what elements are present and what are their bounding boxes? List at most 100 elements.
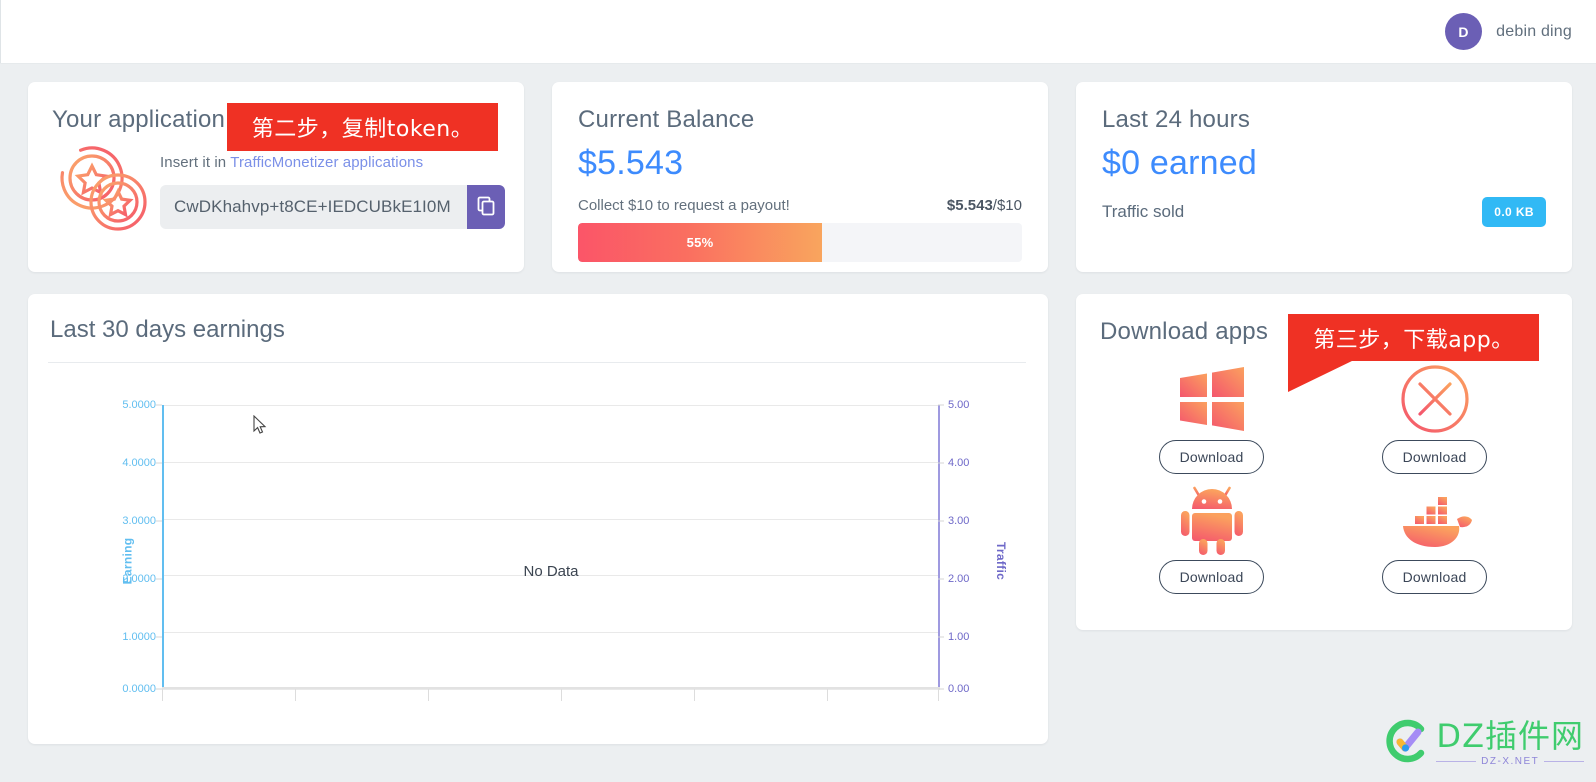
earnings-chart-card: Last 30 days earnings No Data 5.0000 4.0…: [28, 294, 1048, 744]
watermark-text: DZ插件网 DZ-X.NET: [1436, 720, 1584, 767]
traffic-tick-label: 2.00: [948, 573, 970, 585]
watermark-sub-text: DZ-X.NET: [1481, 756, 1540, 767]
tick-mark: [156, 462, 162, 464]
user-menu[interactable]: D debin ding: [1445, 13, 1572, 50]
x-tick-mark: [938, 689, 939, 701]
insert-instruction: Insert it in TrafficMonetizer applicatio…: [160, 154, 505, 171]
callout-tail: [1288, 360, 1354, 392]
gridline: [162, 461, 940, 463]
balance-card: Current Balance $5.543 Collect $10 to re…: [552, 82, 1048, 272]
bottom-cards-row: Last 30 days earnings No Data 5.0000 4.0…: [28, 294, 1572, 744]
download-button-windows[interactable]: Download: [1158, 440, 1265, 474]
traffic-sold-badge: 0.0 KB: [1482, 197, 1546, 227]
callout-download-app: 第三步，下载app。: [1288, 314, 1539, 392]
download-button-android[interactable]: Download: [1158, 560, 1265, 594]
earning-tick-label: 1.0000: [122, 631, 156, 643]
topbar-left-edge: [0, 0, 1, 63]
user-name-label: debin ding: [1496, 22, 1572, 40]
x-tick-mark: [162, 689, 163, 701]
avatar[interactable]: D: [1445, 13, 1483, 50]
tick-mark: [938, 462, 944, 464]
gridline: [162, 405, 940, 406]
earning-tick-label: 0.0000: [122, 683, 156, 695]
balance-amount: $5.543: [578, 144, 684, 182]
collect-row: Collect $10 to request a payout! $5.543/…: [578, 197, 1022, 214]
token-row: CwDKhahvp+t8CE+IEDCUBkE1I0M: [160, 185, 505, 229]
earning-tick-label: 4.0000: [122, 457, 156, 469]
copy-icon: [476, 196, 496, 219]
payout-current: $5.543: [946, 197, 993, 214]
download-apps-card: Download apps Download Download Download…: [1076, 294, 1572, 630]
earning-axis-line: [162, 405, 164, 689]
watermark: DZ插件网 DZ-X.NET: [1385, 719, 1584, 768]
chart-plot-area: No Data: [162, 405, 940, 690]
tick-mark: [156, 578, 162, 580]
payout-target: /$10: [992, 197, 1022, 214]
application-card-body: Insert it in TrafficMonetizer applicatio…: [52, 138, 505, 243]
circle-x-icon: [1399, 358, 1471, 440]
callout-download-app-text: 第三步，下载app。: [1313, 327, 1514, 353]
trafficmonetizer-link[interactable]: TrafficMonetizer applications: [230, 154, 423, 171]
watermark-rule-right: [1544, 761, 1584, 762]
application-card-right: Insert it in TrafficMonetizer applicatio…: [156, 138, 505, 243]
app-item-circle-x: Download: [1323, 358, 1546, 474]
download-button-circle-x[interactable]: Download: [1381, 440, 1488, 474]
app-item-docker: Download: [1323, 478, 1546, 594]
android-icon: [1180, 478, 1244, 560]
watermark-rule-left: [1436, 761, 1477, 762]
last-24-hours-title: Last 24 hours: [1102, 106, 1251, 133]
insert-instruction-prefix: Insert it in: [160, 154, 231, 171]
copy-token-button[interactable]: [467, 185, 505, 229]
collect-instruction: Collect $10 to request a payout!: [578, 197, 790, 214]
coins-stars-icon: [52, 142, 156, 243]
traffic-sold-label: Traffic sold: [1102, 202, 1185, 221]
payout-progress-bar: 55%: [578, 223, 1022, 262]
traffic-tick-label: 5.00: [948, 399, 970, 411]
watermark-main-text: DZ插件网: [1436, 717, 1584, 755]
tick-mark: [156, 636, 162, 638]
traffic-axis-title: Traffic: [993, 541, 1008, 581]
tick-mark: [938, 520, 944, 522]
earned-amount: $0 earned: [1102, 144, 1257, 182]
tick-mark: [156, 404, 162, 406]
traffic-tick-label: 0.00: [948, 683, 970, 695]
tick-mark: [156, 520, 162, 522]
earning-axis-title: Earning: [120, 537, 135, 585]
traffic-row: Traffic sold 0.0 KB: [1102, 197, 1546, 227]
app-item-android: Download: [1100, 478, 1323, 594]
x-axis-line: [162, 687, 940, 689]
windows-icon: [1178, 358, 1246, 440]
tick-mark: [938, 636, 944, 638]
dashboard-content: Your application Insert it in TrafficMon…: [0, 64, 1596, 744]
earning-tick-label: 5.0000: [122, 399, 156, 411]
docker-icon: [1395, 478, 1475, 560]
last-24-hours-card: Last 24 hours $0 earned Traffic sold 0.0…: [1076, 82, 1572, 272]
application-card: Your application Insert it in TrafficMon…: [28, 82, 524, 272]
x-tick-mark: [827, 689, 828, 701]
x-tick-mark: [295, 689, 296, 701]
token-value[interactable]: CwDKhahvp+t8CE+IEDCUBkE1I0M: [160, 185, 467, 229]
tick-mark: [938, 404, 944, 406]
earning-tick-label: 3.0000: [122, 515, 156, 527]
balance-card-title: Current Balance: [578, 106, 755, 133]
chart-empty-message: No Data: [523, 563, 579, 580]
watermark-sub: DZ-X.NET: [1436, 756, 1584, 767]
payout-progress-text: $5.543/$10: [947, 197, 1022, 214]
x-tick-mark: [694, 689, 695, 701]
callout-copy-token: 第二步，复制token。: [227, 103, 498, 151]
earnings-chart[interactable]: No Data 5.0000 4.0000 3.0000 2.0000 1.00…: [48, 391, 1026, 731]
payout-progress-percent: 55%: [686, 235, 714, 250]
payout-progress-fill: 55%: [578, 223, 823, 262]
x-tick-mark: [561, 689, 562, 701]
x-tick-mark: [428, 689, 429, 701]
earnings-chart-title: Last 30 days earnings: [48, 316, 1026, 363]
gridline: [162, 632, 940, 634]
callout-copy-token-text: 第二步，复制token。: [251, 117, 474, 142]
download-apps-grid: Download Download Download Download: [1100, 358, 1546, 594]
traffic-tick-label: 1.00: [948, 631, 970, 643]
top-cards-row: Your application Insert it in TrafficMon…: [28, 82, 1572, 272]
top-navigation-bar: D debin ding: [0, 0, 1596, 64]
traffic-tick-label: 4.00: [948, 457, 970, 469]
tick-mark: [938, 578, 944, 580]
download-button-docker[interactable]: Download: [1381, 560, 1488, 594]
